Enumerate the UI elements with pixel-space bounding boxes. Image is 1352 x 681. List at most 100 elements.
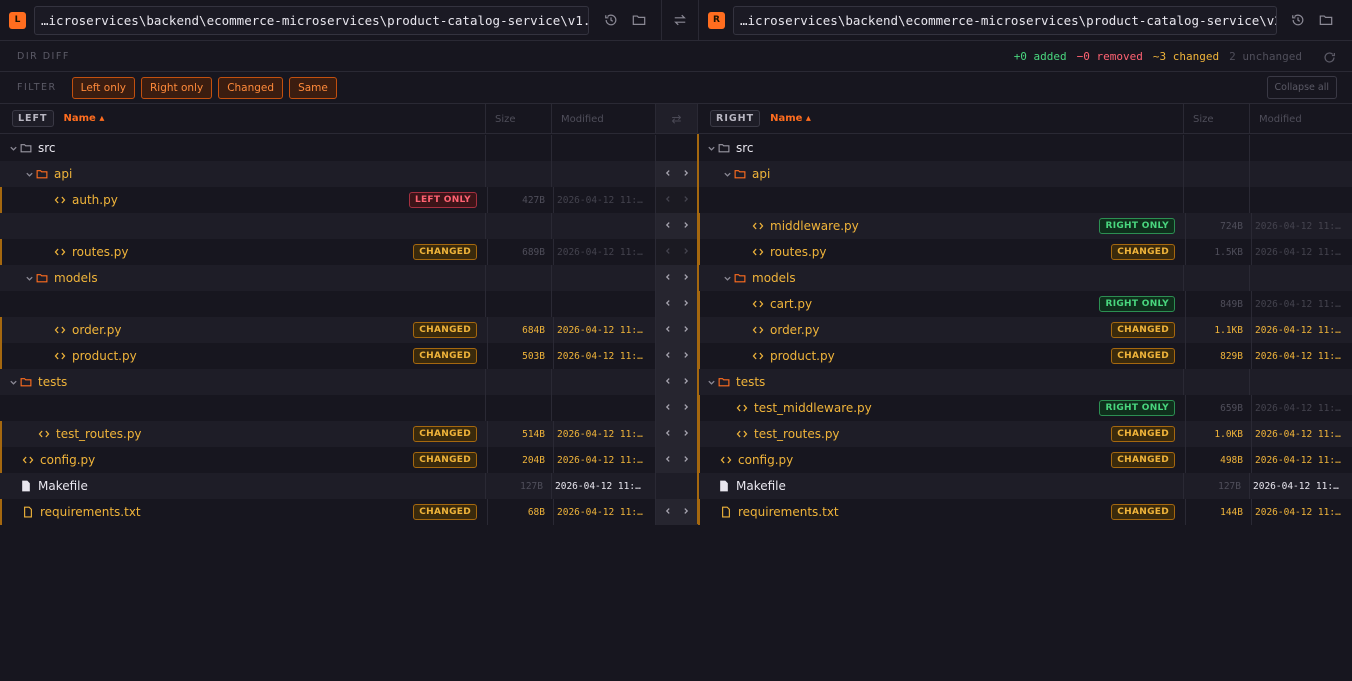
copy-to-right-icon[interactable] [682,351,690,362]
history-icon[interactable] [1284,6,1312,34]
copy-to-right-icon[interactable] [682,299,690,310]
tree-row[interactable]: config.py CHANGED 498B 2026-04-12 11:… [698,447,1352,473]
chevron-down-icon[interactable] [706,143,716,153]
copy-to-left-icon[interactable] [664,169,672,180]
tree-item-name: tests [8,369,67,395]
tree-row[interactable]: src [698,135,1352,161]
chevron-down-icon[interactable] [24,273,34,283]
tree-row[interactable]: routes.py CHANGED 689B 2026-04-12 11:… [0,239,655,265]
filter-right-only[interactable]: Right only [140,76,213,99]
copy-to-left-icon[interactable] [664,273,672,284]
folder-icon[interactable] [625,6,653,34]
copy-to-right-icon[interactable] [682,325,690,336]
chevron-down-icon[interactable] [8,377,18,387]
modified-cell: 2026-04-12 11:… [553,499,657,525]
size-header[interactable]: Size [485,104,551,134]
swap-sides-icon[interactable] [662,0,698,40]
modified-header[interactable]: Modified [1249,104,1352,134]
modified-header[interactable]: Modified [551,104,655,134]
tree-row[interactable]: test_routes.py CHANGED 514B 2026-04-12 11:… [0,421,655,447]
sort-name-header[interactable]: Name ▴ [770,113,811,124]
tree-row[interactable]: models [698,265,1352,291]
copy-to-left-icon[interactable] [664,377,672,388]
code-file-icon [752,324,764,336]
sync-icon[interactable]: ⇄ [655,104,698,134]
status-badge: RIGHT ONLY [1099,296,1175,312]
tree-row[interactable]: Makefile 127B 2026-04-12 11:… [698,473,1352,499]
copy-to-right-icon[interactable] [682,403,690,414]
copy-to-right-icon[interactable] [682,221,690,232]
copy-to-left-icon[interactable] [664,455,672,466]
folder-icon[interactable] [1312,6,1340,34]
item-label: test_routes.py [754,427,840,441]
tree-row[interactable]: order.py CHANGED 684B 2026-04-12 11:… [0,317,655,343]
tree-row[interactable]: config.py CHANGED 204B 2026-04-12 11:… [0,447,655,473]
copy-to-left-icon[interactable] [664,195,672,206]
tree-row[interactable]: cart.py RIGHT ONLY 849B 2026-04-12 11:… [698,291,1352,317]
tree-row[interactable]: tests [0,369,655,395]
copy-to-left-icon[interactable] [664,403,672,414]
tree-row[interactable]: test_routes.py CHANGED 1.0KB 2026-04-12 11:… [698,421,1352,447]
code-file-icon [752,298,764,310]
modified-cell: 2026-04-12 11:… [1249,473,1352,499]
copy-to-left-icon[interactable] [664,247,672,258]
tree-item-name: src [8,135,56,161]
chevron-down-icon[interactable] [706,377,716,387]
copy-to-right-icon[interactable] [682,247,690,258]
copy-to-right-icon[interactable] [682,507,690,518]
tree-row[interactable]: requirements.txt CHANGED 144B 2026-04-12 11… [698,499,1352,525]
tree-row[interactable]: models [0,265,655,291]
copy-to-left-icon[interactable] [664,325,672,336]
size-cell [1183,265,1249,291]
copy-to-left-icon[interactable] [664,429,672,440]
tree-row[interactable]: api [698,161,1352,187]
tree-row[interactable]: routes.py CHANGED 1.5KB 2026-04-12 11:… [698,239,1352,265]
modified-cell: 2026-04-12 11:… [1251,317,1352,343]
tree-row[interactable]: product.py CHANGED 503B 2026-04-12 11:… [0,343,655,369]
item-label: test_middleware.py [754,401,872,415]
copy-to-left-icon[interactable] [664,299,672,310]
tree-row[interactable]: test_middleware.py RIGHT ONLY 659B 2026-04-… [698,395,1352,421]
filter-same[interactable]: Same [289,76,337,99]
tree-row[interactable]: auth.py LEFT ONLY 427B 2026-04-12 11:… [0,187,655,213]
tree-row[interactable]: tests [698,369,1352,395]
collapse-all-button[interactable]: Collapse all [1266,76,1337,99]
chevron-down-icon[interactable] [722,273,732,283]
chevron-down-icon[interactable] [722,169,732,179]
tree-row[interactable]: product.py CHANGED 829B 2026-04-12 11:… [698,343,1352,369]
copy-to-left-icon[interactable] [664,507,672,518]
left-path-input[interactable]: …icroservices\backend\ecommerce-microser… [34,5,589,35]
folder-icon [20,376,32,388]
tree-row[interactable]: src [0,135,655,161]
copy-to-right-icon[interactable] [682,273,690,284]
chevron-down-icon[interactable] [24,169,34,179]
item-label: product.py [770,349,835,363]
modified-cell [551,265,655,291]
tree-row[interactable]: order.py CHANGED 1.1KB 2026-04-12 11:… [698,317,1352,343]
copy-to-right-icon[interactable] [682,169,690,180]
refresh-icon[interactable] [1323,49,1336,68]
tree-row[interactable]: middleware.py RIGHT ONLY 724B 2026-04-12 11… [698,213,1352,239]
copy-to-right-icon[interactable] [682,429,690,440]
filter-changed[interactable]: Changed [218,76,284,99]
item-label: Makefile [38,479,88,493]
copy-to-right-icon[interactable] [682,455,690,466]
copy-to-left-icon[interactable] [664,221,672,232]
copy-to-right-icon[interactable] [682,377,690,388]
chevron-down-icon[interactable] [8,143,18,153]
tree-row[interactable]: Makefile 127B 2026-04-12 11:… [0,473,655,499]
modified-cell [1249,369,1352,395]
size-header[interactable]: Size [1183,104,1249,134]
tree-row[interactable]: api [0,161,655,187]
size-cell [485,395,551,421]
sort-name-header[interactable]: Name ▴ [64,113,105,124]
code-file-icon [752,220,764,232]
copy-to-right-icon[interactable] [682,195,690,206]
history-icon[interactable] [597,6,625,34]
copy-to-left-icon[interactable] [664,351,672,362]
modified-cell: 2026-04-12 11:… [553,421,657,447]
right-path-input[interactable]: …icroservices\backend\ecommerce-microser… [733,5,1277,35]
filter-left-only[interactable]: Left only [71,76,135,99]
merge-cell [655,343,698,369]
tree-row[interactable]: requirements.txt CHANGED 68B 2026-04-12 11:… [0,499,655,525]
